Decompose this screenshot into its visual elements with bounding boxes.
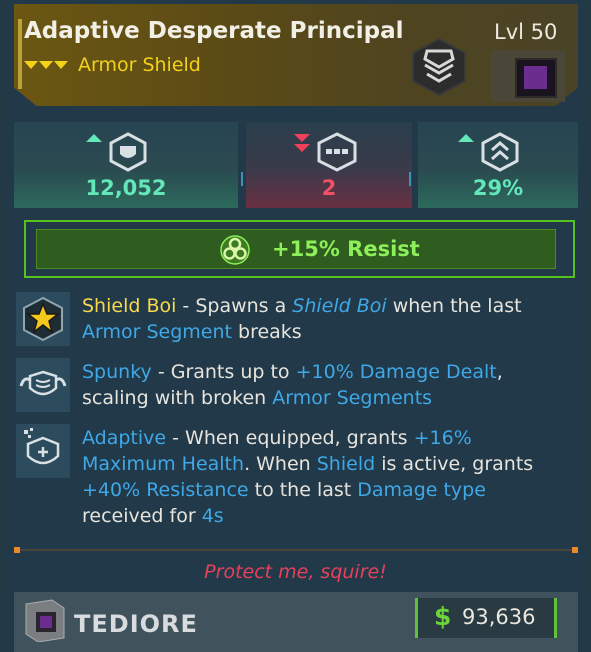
perk-name: Shield Boi	[82, 295, 177, 317]
perk-text-part: - When equipped, grants	[166, 427, 414, 449]
stat-up-arrow-icon-2	[458, 134, 474, 142]
perk-description: Spunky - Grants up to +10% Damage Dealt,…	[82, 359, 562, 411]
stat-double-down-arrow-icon	[294, 134, 310, 152]
item-footer: TEDIORE $ 93,636	[14, 592, 578, 652]
stat-segments: 2	[246, 122, 412, 208]
rarity-row: Armor Shield	[24, 54, 201, 76]
stat-segments-value: 2	[321, 176, 337, 200]
perk-name: Adaptive	[82, 427, 167, 449]
perk-text-part: breaks	[231, 321, 302, 343]
tediore-manufacturer-logo: TEDIORE	[25, 599, 198, 642]
perk-highlight: 4s	[201, 505, 224, 527]
perk-highlight: +10% Damage Dealt	[295, 361, 497, 383]
item-thumbnail	[491, 50, 565, 102]
rarity-chevrons-icon	[24, 61, 68, 69]
perk-text-part: received for	[82, 505, 202, 527]
armor-segment-icon	[317, 132, 357, 172]
stat-capacity: 12,052	[14, 122, 238, 208]
element-resist-fill: +15% Resist	[36, 229, 556, 269]
price-value: 93,636	[462, 605, 536, 629]
perk-text-part: to the last	[248, 479, 358, 501]
section-divider	[14, 547, 578, 553]
price-tag: $ 93,636	[415, 598, 557, 638]
resist-label: +15% Resist	[272, 237, 420, 261]
radiation-hazard-icon	[220, 235, 250, 265]
flexing-shield-icon	[19, 370, 67, 396]
perk-text-part: - Spawns a	[176, 295, 293, 317]
header-accent-bar	[18, 19, 22, 89]
perk-highlight: Armor Segment	[82, 321, 232, 343]
perk-text-part: when the last	[386, 295, 522, 317]
perk-icon-frame	[16, 358, 70, 412]
stat-up-arrow-icon	[86, 134, 102, 142]
perk-highlight: +40% Resistance	[82, 479, 249, 501]
perk-highlight: Armor Segments	[272, 387, 433, 409]
adaptive-shield-icon	[24, 428, 60, 465]
perk-name: Spunky	[82, 361, 152, 383]
perk-description: Adaptive - When equipped, grants +16% Ma…	[82, 425, 562, 529]
item-level: Lvl 50	[494, 20, 558, 44]
stat-recharge-value: 29%	[472, 176, 524, 200]
stat-divider-tick	[241, 172, 243, 186]
element-resist-bar: +15% Resist	[24, 220, 575, 278]
stat-recharge: 29%	[418, 122, 578, 208]
perk-icon-frame	[16, 292, 70, 346]
armor-shield-type-icon	[412, 37, 466, 97]
stats-row: 12,052 2 29%	[14, 122, 578, 208]
currency-icon: $	[434, 602, 452, 631]
perk-text-part: is active, grants	[375, 453, 534, 475]
perk-highlight: Damage type	[357, 479, 486, 501]
star-badge-icon	[23, 296, 63, 342]
stat-divider-tick-2	[409, 172, 411, 186]
svg-text:TEDIORE: TEDIORE	[74, 610, 198, 638]
perk-text-part: - Grants up to	[151, 361, 296, 383]
item-type: Armor Shield	[78, 54, 201, 76]
perk-text-part: . When	[244, 453, 317, 475]
perk-description: Shield Boi - Spawns a Shield Boi when th…	[82, 293, 562, 345]
item-name: Adaptive Desperate Principal	[24, 18, 404, 44]
perk-icon-frame	[16, 424, 70, 478]
shield-capacity-icon	[109, 132, 147, 172]
perk-highlight: Shield	[316, 453, 376, 475]
recharge-rate-icon	[481, 132, 519, 172]
flavor-text: Protect me, squire!	[204, 561, 387, 583]
perk-highlight: Shield Boi	[292, 295, 387, 317]
stat-capacity-value: 12,052	[85, 176, 167, 200]
